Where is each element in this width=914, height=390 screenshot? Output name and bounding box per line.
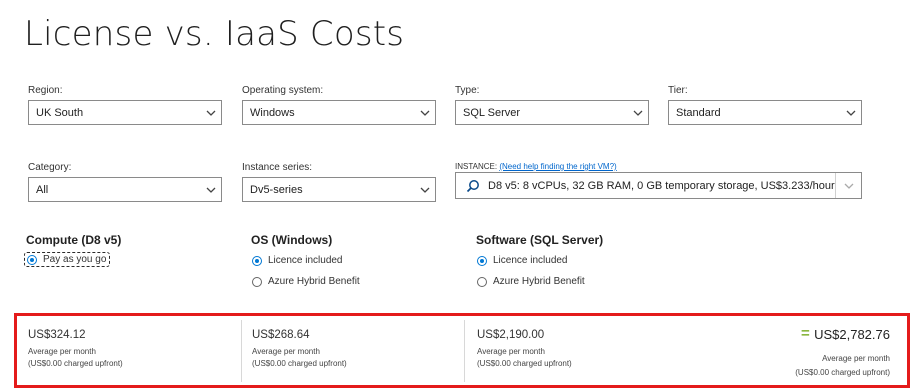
radio-selected[interactable]	[27, 254, 37, 265]
search-icon	[466, 179, 479, 192]
total-cost-period: Average per month	[822, 354, 890, 363]
compute-cost-upfront: (US$0.00 charged upfront)	[28, 359, 123, 368]
os-cost-upfront: (US$0.00 charged upfront)	[252, 359, 347, 368]
cost-summary-highlight	[14, 313, 910, 388]
region-label: Region:	[28, 85, 63, 96]
os-heading: OS (Windows)	[251, 233, 333, 247]
chevron-down-icon	[420, 110, 430, 116]
category-value: All	[36, 183, 49, 196]
compute-cost-period: Average per month	[28, 347, 96, 356]
divider	[241, 320, 242, 382]
compute-cost: US$324.12	[28, 329, 86, 341]
divider	[464, 320, 465, 382]
os-label: Operating system:	[242, 85, 324, 96]
software-heading: Software (SQL Server)	[476, 233, 604, 247]
compute-heading: Compute (D8 v5)	[26, 233, 122, 247]
tier-select[interactable]: Standard	[668, 100, 862, 125]
instance-select[interactable]: D8 v5: 8 vCPUs, 32 GB RAM, 0 GB temporar…	[455, 172, 862, 199]
os-cost-period: Average per month	[252, 347, 320, 356]
region-value: UK South	[36, 106, 84, 119]
tier-label: Tier:	[668, 85, 688, 96]
instance-label: INSTANCE:	[455, 162, 498, 171]
software-cost-upfront: (US$0.00 charged upfront)	[477, 359, 572, 368]
software-option-hybrid-benefit[interactable]: Azure Hybrid Benefit	[477, 276, 585, 287]
instance-label-row: INSTANCE: (Need help finding the right V…	[455, 162, 617, 171]
software-cost-period: Average per month	[477, 347, 545, 356]
type-select[interactable]: SQL Server	[455, 100, 649, 125]
total-cost: US$2,782.76	[814, 327, 890, 342]
tier-value: Standard	[676, 106, 721, 119]
option-label: Pay as you go	[43, 254, 107, 265]
radio-selected[interactable]	[477, 255, 487, 266]
compute-option-payg[interactable]: Pay as you go	[24, 252, 111, 267]
instance-dropdown-toggle[interactable]	[835, 173, 861, 198]
os-select[interactable]: Windows	[242, 100, 436, 125]
instance-help-link[interactable]: (Need help finding the right VM?)	[499, 162, 616, 171]
radio-unselected[interactable]	[477, 276, 487, 287]
option-label: Licence included	[268, 255, 343, 266]
os-value: Windows	[250, 106, 295, 119]
os-option-hybrid-benefit[interactable]: Azure Hybrid Benefit	[252, 276, 360, 287]
equals-icon: =	[801, 325, 810, 342]
page-title: License vs. IaaS Costs	[24, 14, 405, 54]
chevron-down-icon	[844, 183, 853, 189]
os-cost: US$268.64	[252, 329, 310, 341]
series-select[interactable]: Dv5-series	[242, 177, 436, 202]
option-label: Licence included	[493, 255, 568, 266]
chevron-down-icon	[846, 110, 856, 116]
focus-ring: Pay as you go	[24, 252, 111, 267]
chevron-down-icon	[633, 110, 643, 116]
total-cost-upfront: (US$0.00 charged upfront)	[795, 368, 890, 377]
radio-selected[interactable]	[252, 255, 262, 266]
type-value: SQL Server	[463, 106, 521, 119]
region-select[interactable]: UK South	[28, 100, 222, 125]
chevron-down-icon	[420, 187, 430, 193]
type-label: Type:	[455, 85, 480, 96]
chevron-down-icon	[206, 187, 216, 193]
category-select[interactable]: All	[28, 177, 222, 202]
series-value: Dv5-series	[250, 183, 303, 196]
radio-unselected[interactable]	[252, 276, 262, 287]
chevron-down-icon	[206, 110, 216, 116]
os-option-licence-included[interactable]: Licence included	[252, 255, 343, 266]
option-label: Azure Hybrid Benefit	[268, 276, 360, 287]
option-label: Azure Hybrid Benefit	[493, 276, 585, 287]
instance-value: D8 v5: 8 vCPUs, 32 GB RAM, 0 GB temporar…	[488, 179, 835, 192]
software-option-licence-included[interactable]: Licence included	[477, 255, 568, 266]
series-label: Instance series:	[242, 162, 313, 173]
software-cost: US$2,190.00	[477, 329, 545, 341]
category-label: Category:	[28, 162, 72, 173]
